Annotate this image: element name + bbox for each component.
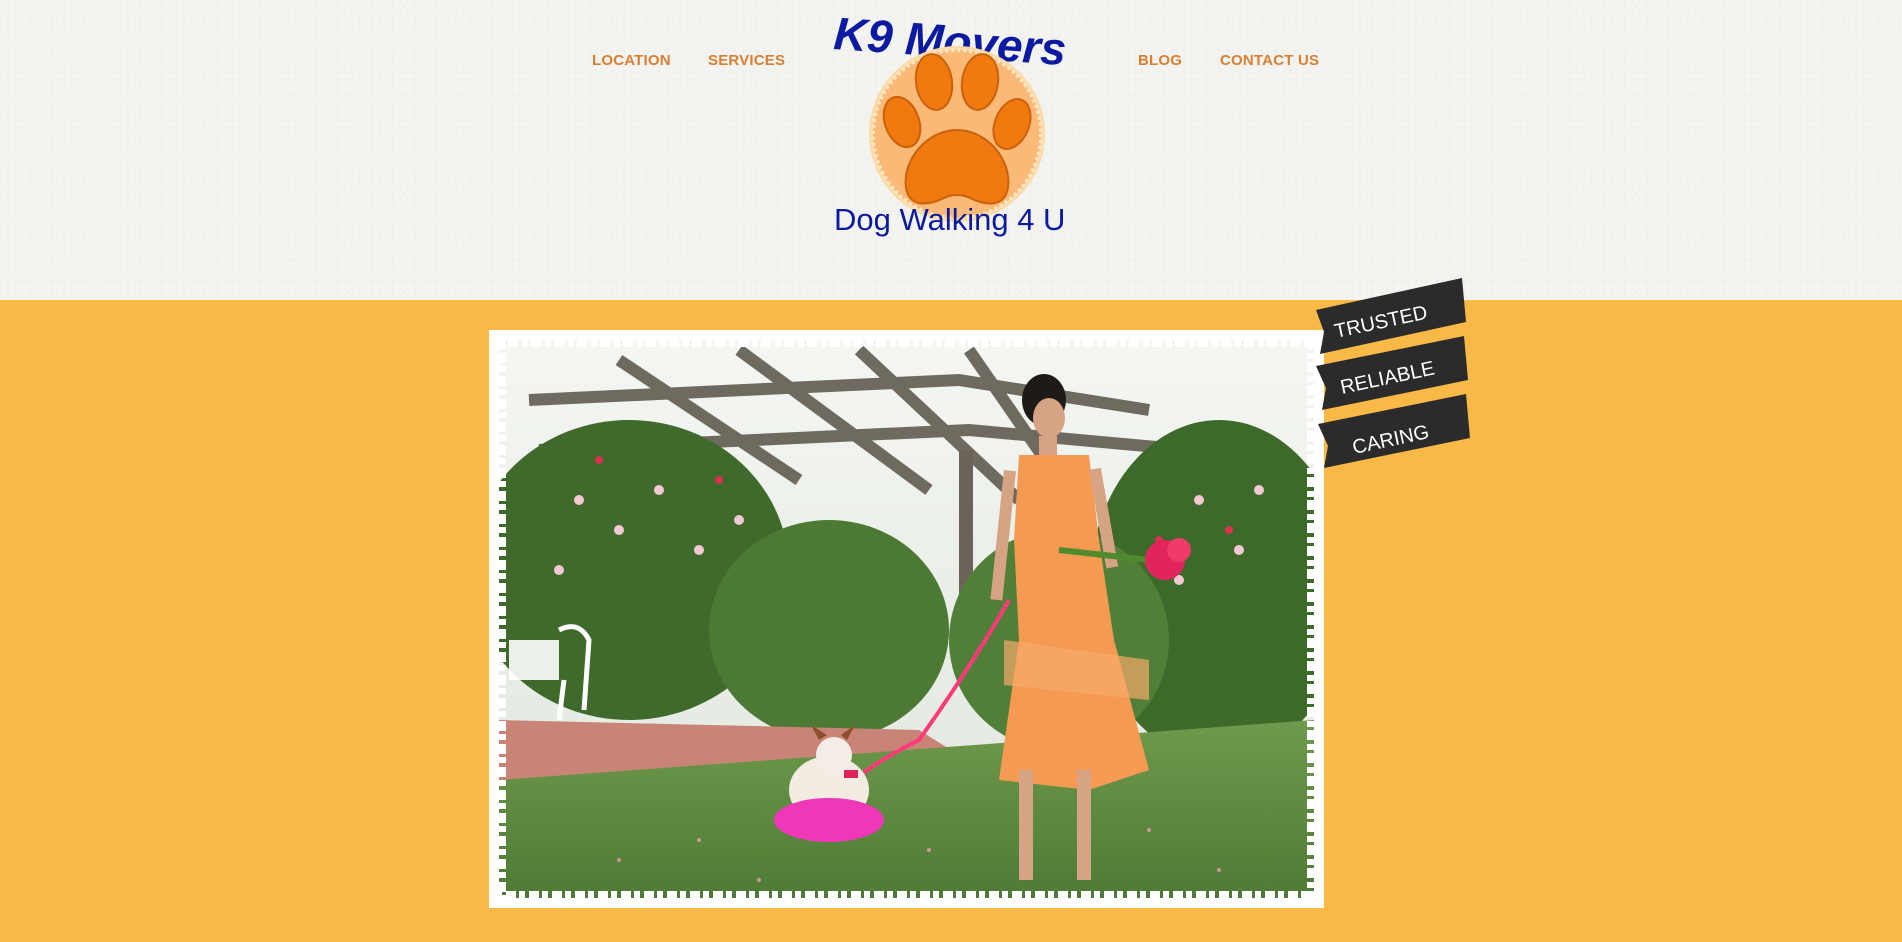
hero-photo — [499, 340, 1314, 898]
nav-services-link[interactable]: SERVICES — [708, 52, 785, 69]
site-header: LOCATION SERVICES BLOG CONTACT US K9 Mov… — [0, 0, 1902, 300]
logo-subtitle: Dog Walking 4 U — [834, 202, 1066, 237]
paw-icon — [869, 46, 1045, 222]
trust-badge: TRUSTED RELIABLE CARING — [1316, 278, 1470, 468]
nav-contact-link[interactable]: CONTACT US — [1220, 52, 1319, 69]
site-logo[interactable]: K9 Movers Dog Walking 4 U — [824, 6, 1088, 244]
hero-photo-frame — [489, 330, 1324, 908]
nav-location-link[interactable]: LOCATION — [592, 52, 671, 69]
nav-blog-link[interactable]: BLOG — [1138, 52, 1182, 69]
